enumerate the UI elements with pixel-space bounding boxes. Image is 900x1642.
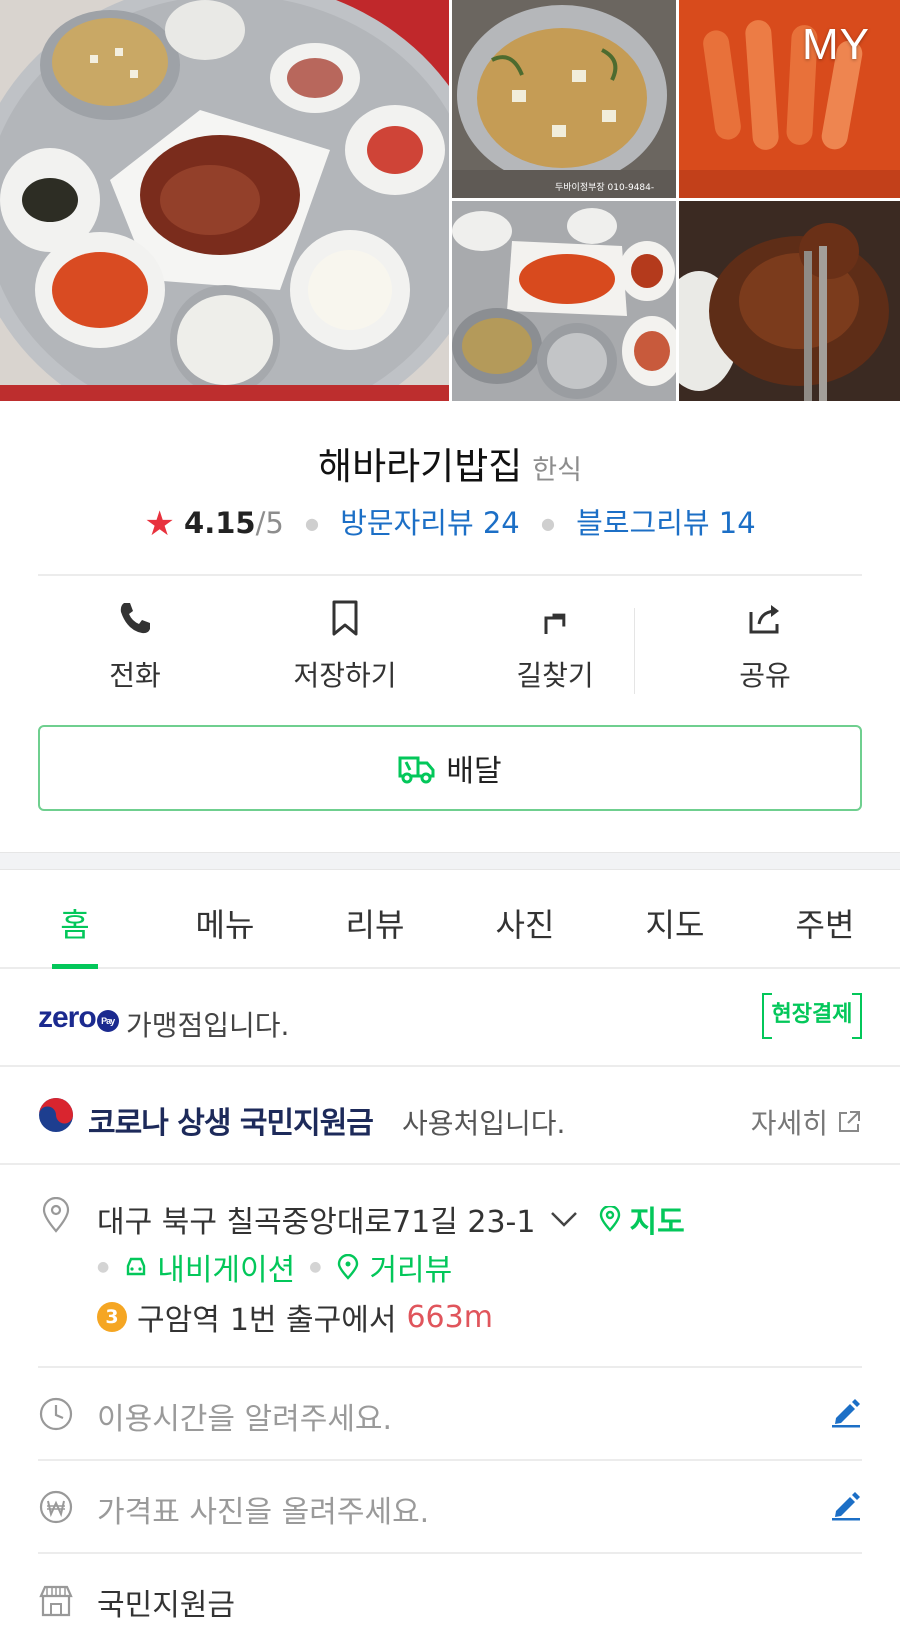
station-name: 구암역 (137, 1303, 220, 1338)
action-divider (634, 608, 635, 694)
share-button[interactable]: 공유 (660, 598, 870, 698)
external-link-icon (839, 1111, 860, 1132)
bookmark-icon (332, 600, 358, 636)
tab-reviews[interactable]: 리뷰 (300, 870, 450, 967)
price-prompt: 가격표 사진을 올려주세요. (97, 1495, 430, 1530)
rating-max: /5 (255, 506, 284, 540)
blog-reviews-link[interactable]: 블로그리뷰 14 (576, 506, 756, 540)
tab-map[interactable]: 지도 (600, 870, 750, 967)
zeropay-text: 가맹점입니다. (126, 1009, 290, 1042)
separator-dot: ● (305, 514, 319, 533)
car-icon (127, 1257, 146, 1276)
address-line: 대구 북구 칠곡중앙대로71길 23-1 지도 (97, 1197, 685, 1241)
photo-gallery: 두바이정부장 010-9484- MY (0, 0, 900, 401)
share-icon (749, 605, 779, 634)
tteokbokki-photo[interactable]: MY (679, 0, 900, 198)
main-food-photo[interactable] (0, 0, 449, 401)
place-title: 해바라기밥집 한식 (0, 436, 900, 490)
tab-photos[interactable]: 사진 (450, 870, 600, 967)
taegeuk-icon (39, 1098, 73, 1132)
rating-row: ★ 4.15/5 ● 방문자리뷰 24 ● 블로그리뷰 14 (0, 500, 900, 544)
street-view-icon (338, 1254, 359, 1280)
call-button[interactable]: 전화 (30, 598, 240, 698)
corona-support-row[interactable]: 코로나 상생 국민지원금 사용처입니다. 자세히 (0, 1069, 900, 1165)
map-pin-icon (600, 1206, 621, 1232)
delivery-label: 배달 (446, 754, 502, 789)
action-bar: 전화 저장하기 길찾기 공유 (30, 598, 870, 698)
hours-row[interactable]: 이용시간을 알려주세요. (0, 1366, 900, 1458)
corona-detail-link[interactable]: 자세히 (751, 1102, 862, 1142)
separator-dot: ● (309, 1259, 322, 1275)
tab-menu[interactable]: 메뉴 (150, 870, 300, 967)
zeropay-logo-text: zero (38, 1001, 97, 1034)
divider (38, 1459, 862, 1461)
phone-icon (120, 603, 150, 634)
star-icon: ★ (144, 504, 175, 544)
divider (38, 1552, 862, 1554)
navigation-link[interactable]: 내비게이션 (157, 1245, 295, 1289)
directions-label: 길찾기 (516, 659, 594, 692)
table-setting-photo[interactable] (452, 201, 676, 401)
won-icon (39, 1490, 73, 1524)
separator-dot: ● (97, 1259, 110, 1275)
street-view-link[interactable]: 거리뷰 (369, 1245, 452, 1289)
share-label: 공유 (739, 659, 791, 692)
my-page-link[interactable]: MY (802, 20, 870, 70)
zeropay-logo: zero Pay (38, 1001, 119, 1035)
visitor-reviews-link[interactable]: 방문자리뷰 24 (340, 506, 520, 540)
clock-icon (39, 1397, 73, 1431)
hours-prompt: 이용시간을 알려주세요. (97, 1402, 393, 1437)
corona-support-text: 사용처입니다. (402, 1107, 566, 1140)
chevron-down-icon[interactable] (549, 1209, 579, 1229)
divider (38, 1366, 862, 1368)
store-icon (39, 1585, 73, 1617)
corona-detail-label: 자세히 (750, 1107, 828, 1140)
map-link-label: 지도 (629, 1205, 685, 1240)
support-fund-row: 국민지원금 (0, 1552, 900, 1642)
address-actions: ● 내비게이션 ● 거리뷰 (97, 1245, 452, 1289)
tab-nearby[interactable]: 주변 (750, 870, 900, 967)
section-gap (0, 852, 900, 870)
divider (38, 574, 862, 576)
tab-home[interactable]: 홈 (0, 870, 150, 969)
save-button[interactable]: 저장하기 (240, 598, 450, 698)
address-block: 대구 북구 칠곡중앙대로71길 23-1 지도 ● 내비게이션 ● 거리뷰 3 … (0, 1167, 900, 1367)
pencil-icon[interactable] (830, 1396, 862, 1428)
soup-photo[interactable]: 두바이정부장 010-9484- (452, 0, 676, 198)
call-label: 전화 (109, 659, 161, 692)
place-category: 한식 (532, 455, 582, 486)
place-name: 해바라기밥집 (318, 445, 523, 488)
grilled-pork-photo[interactable] (679, 201, 900, 401)
zeropay-logo-sub: Pay (96, 1010, 119, 1032)
subway-line-badge: 3 (97, 1302, 127, 1332)
save-label: 저장하기 (293, 659, 397, 692)
directions-icon (544, 613, 566, 634)
location-pin-icon (42, 1197, 70, 1233)
zeropay-row: zero Pay 가맹점입니다. 현장결제 (0, 971, 900, 1067)
delivery-truck-icon (398, 756, 435, 784)
directions-button[interactable]: 길찾기 (450, 598, 660, 698)
delivery-button[interactable]: 배달 (38, 725, 862, 811)
pencil-icon[interactable] (830, 1489, 862, 1521)
tab-bar: 홈 메뉴 리뷰 사진 지도 주변 (0, 870, 900, 969)
subway-info: 3 구암역 1번 출구에서 663m (97, 1295, 493, 1339)
corona-support-name: 코로나 상생 국민지원금 (88, 1106, 374, 1141)
exit-text: 1번 출구에서 (229, 1303, 397, 1338)
onsite-payment-badge: 현장결제 (762, 993, 862, 1039)
map-link[interactable]: 지도 (597, 1197, 685, 1241)
separator-dot: ● (540, 514, 555, 533)
support-fund-label: 국민지원금 (97, 1588, 235, 1623)
distance: 663m (406, 1299, 493, 1335)
rating-score: 4.15 (184, 506, 256, 540)
address-text: 대구 북구 칠곡중앙대로71길 23-1 (97, 1205, 536, 1240)
photo-watermark: 두바이정부장 010-9484- (555, 183, 655, 193)
price-row[interactable]: 가격표 사진을 올려주세요. (0, 1459, 900, 1551)
